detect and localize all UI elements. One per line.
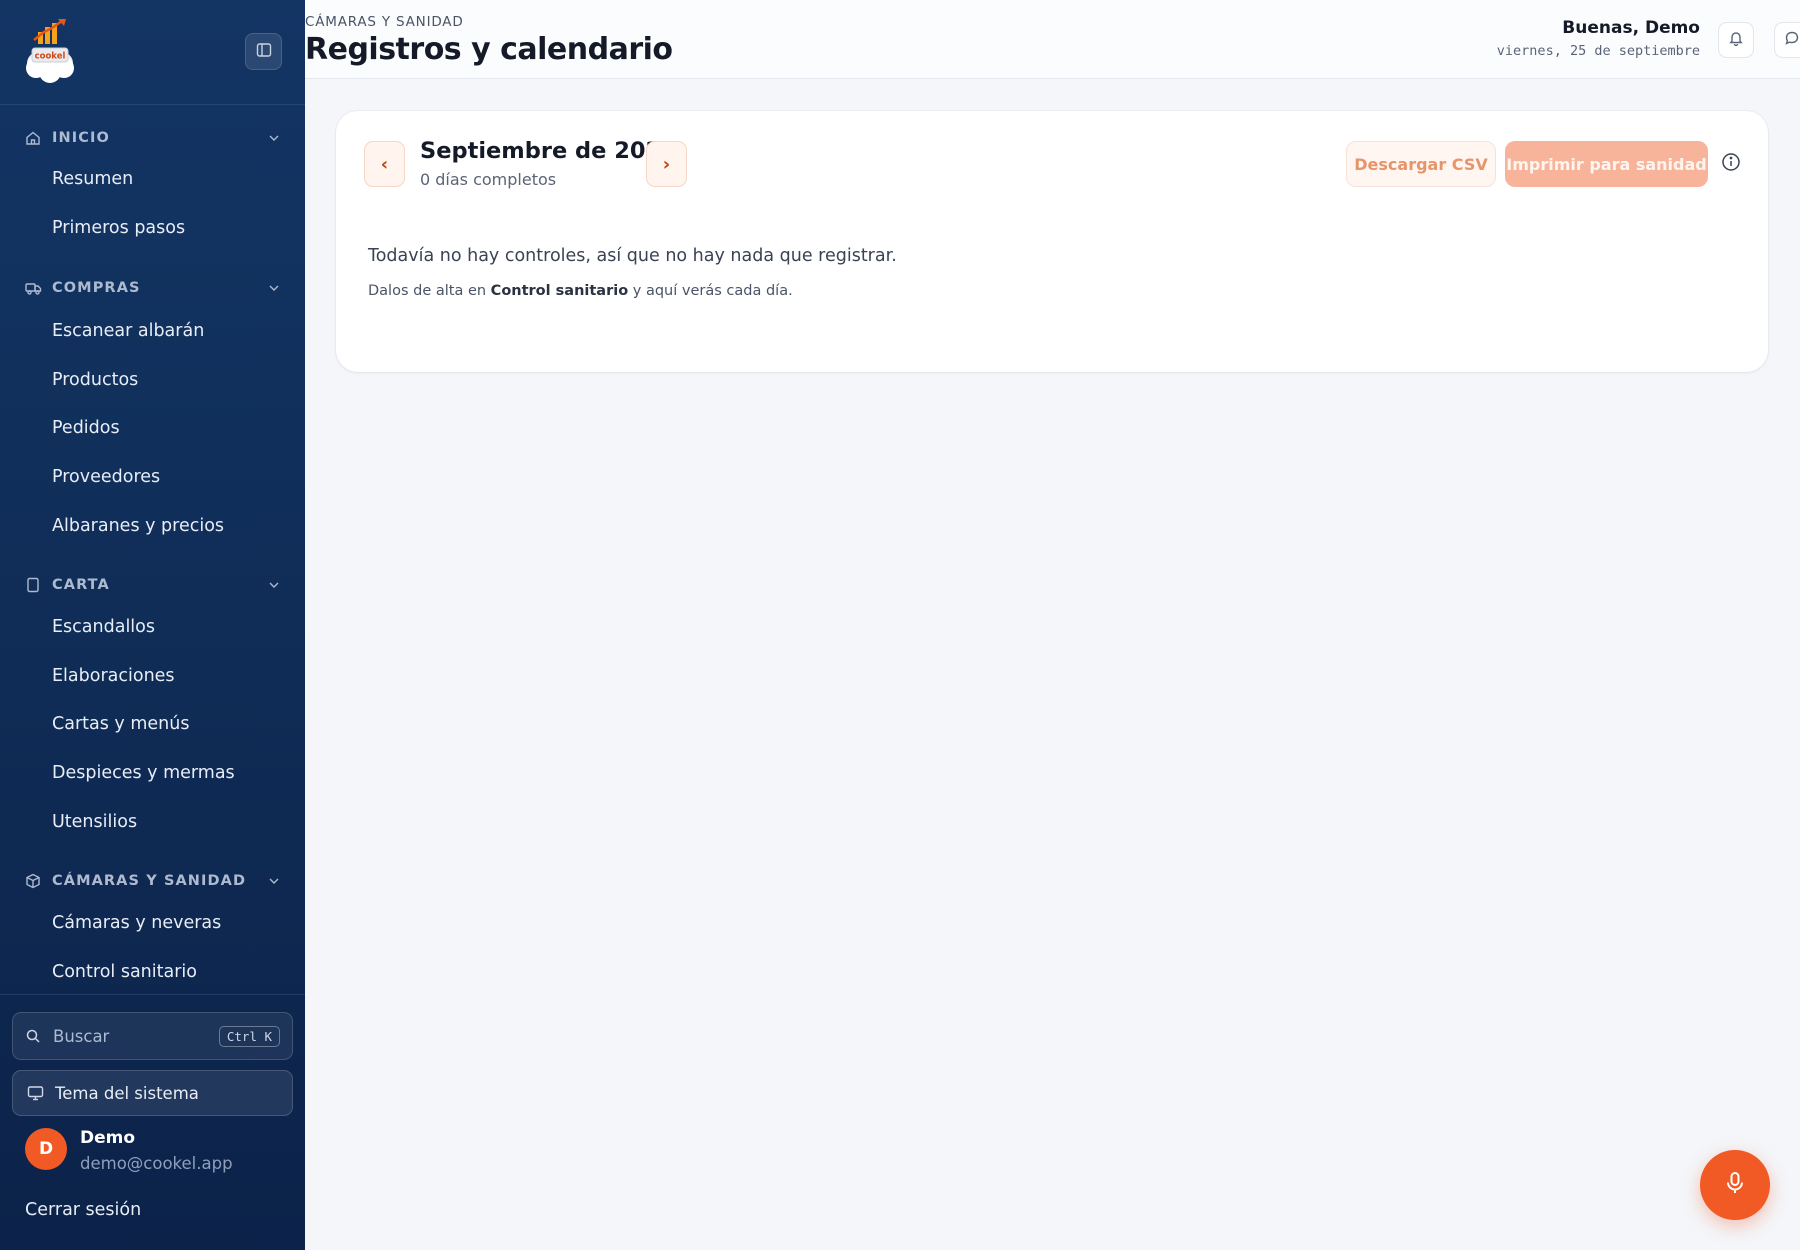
page-title: Registros y calendario [305,32,673,67]
sidebar-item-escandallos[interactable]: Escandallos [52,617,155,637]
sidebar-item-despieces-mermas[interactable]: Despieces y mermas [52,763,235,783]
calendar-card: ‹ Septiembre de 2026 0 días completos › … [336,111,1768,372]
sidebar-logo-row: cookel [0,0,305,105]
sidebar-item-productos[interactable]: Productos [52,370,138,390]
chevron-down-icon [266,280,282,296]
section-compras[interactable]: COMPRAS [24,274,282,302]
sidebar-nav: INICIO Resumen Primeros pasos COMPRAS Es… [0,105,305,995]
search-shortcut: Ctrl K [218,1025,280,1047]
chevron-down-icon [266,873,282,889]
search-icon [25,1027,43,1045]
chat-bubble-icon [1784,30,1800,50]
sidebar-item-escanear-albaran[interactable]: Escanear albarán [52,321,204,341]
empty-state-title: Todavía no hay controles, así que no hay… [368,246,897,266]
next-month-button[interactable]: › [646,141,687,187]
prev-month-button[interactable]: ‹ [364,141,405,187]
month-title: Septiembre de 2026 [420,138,677,164]
breadcrumb: CÁMARAS Y SANIDAD [305,14,464,30]
monitor-icon [27,1084,45,1102]
control-sanitario-link[interactable]: Control sanitario [491,283,629,299]
sidebar-search[interactable]: Buscar Ctrl K [12,1012,293,1060]
avatar: D [25,1128,67,1170]
sidebar-item-utensilios[interactable]: Utensilios [52,812,137,832]
sidebar-item-control-sanitario[interactable]: Control sanitario [52,962,197,982]
sidebar-item-elaboraciones[interactable]: Elaboraciones [52,666,175,686]
sidebar-panel-icon [256,42,272,62]
sidebar-item-primeros-pasos[interactable]: Primeros pasos [52,218,185,238]
page-header: CÁMARAS Y SANIDAD Registros y calendario… [305,0,1800,79]
sidebar-item-pedidos[interactable]: Pedidos [52,418,120,438]
chat-button[interactable] [1774,22,1800,58]
truck-icon [24,279,42,297]
logout-link[interactable]: Cerrar sesión [25,1200,141,1220]
sidebar-item-camaras-neveras[interactable]: Cámaras y neveras [52,913,221,933]
info-icon [1721,152,1741,176]
info-button[interactable] [1720,153,1742,175]
microphone-icon [1722,1170,1748,1200]
cookel-logo[interactable]: cookel [22,18,78,84]
download-csv-button[interactable]: Descargar CSV [1346,141,1496,187]
user-email: demo@cookel.app [80,1154,233,1173]
voice-assistant-button[interactable] [1700,1150,1770,1220]
chevron-down-icon [266,577,282,593]
user-profile[interactable]: D Demo demo@cookel.app [25,1128,295,1188]
section-carta[interactable]: CARTA [24,571,282,599]
sidebar-item-cartas-menus[interactable]: Cartas y menús [52,714,189,734]
search-placeholder: Buscar [53,1026,110,1046]
sidebar-item-albaranes-precios[interactable]: Albaranes y precios [52,516,224,536]
chevron-down-icon [266,130,282,146]
sidebar-item-resumen[interactable]: Resumen [52,169,133,189]
current-date: viernes, 25 de septiembre [1496,43,1700,59]
svg-text:cookel: cookel [35,52,66,62]
sidebar: cookel INICIO Resumen Primeros pasos COM… [0,0,305,1250]
bell-icon [1728,30,1744,50]
days-complete: 0 días completos [420,170,557,189]
sidebar-item-proveedores[interactable]: Proveedores [52,467,160,487]
theme-toggle-button[interactable]: Tema del sistema [12,1070,293,1116]
box-icon [24,872,42,890]
home-icon [24,129,42,147]
empty-state-subtitle: Dalos de alta en Control sanitario y aqu… [368,283,793,299]
book-icon [24,576,42,594]
greeting: Buenas, Demo [1562,18,1700,38]
section-camaras-sanidad[interactable]: CÁMARAS Y SANIDAD [24,867,282,895]
user-name: Demo [80,1128,136,1148]
notifications-button[interactable] [1718,22,1754,58]
section-inicio[interactable]: INICIO [24,124,282,152]
sidebar-collapse-button[interactable] [245,33,282,70]
print-for-health-button[interactable]: Imprimir para sanidad [1505,141,1708,187]
